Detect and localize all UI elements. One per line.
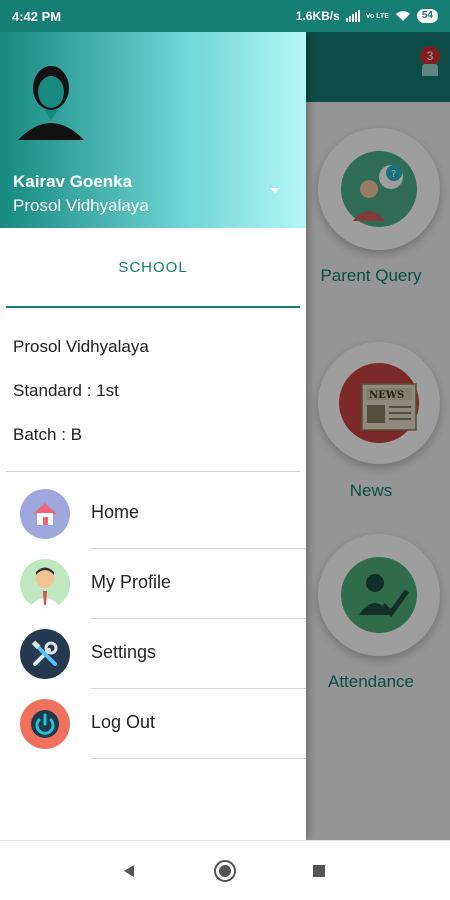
- user-school: Prosol Vidhyalaya: [13, 196, 149, 215]
- menu-label-home: Home: [91, 502, 140, 522]
- user-name: Kairav Goenka: [13, 172, 133, 191]
- menu-item-my-profile[interactable]: My Profile: [0, 549, 306, 619]
- battery-icon: 54: [416, 9, 438, 23]
- menu-label-log-out: Log Out: [91, 712, 156, 732]
- system-nav-bar: [0, 840, 450, 900]
- back-icon[interactable]: [117, 859, 141, 883]
- profile-icon: [20, 559, 70, 609]
- wifi-icon: [395, 11, 410, 21]
- status-time: 4:42 PM: [12, 8, 62, 24]
- menu-item-settings[interactable]: Settings: [0, 619, 306, 689]
- account-dropdown-icon[interactable]: [270, 188, 280, 193]
- tab-school[interactable]: SCHOOL: [6, 228, 300, 308]
- power-icon: [20, 699, 70, 749]
- home-icon: [20, 489, 70, 539]
- signal-icon: [345, 10, 360, 22]
- menu-separator: [91, 758, 306, 759]
- network-speed: 1.6KB/s: [295, 9, 340, 23]
- menu-item-log-out[interactable]: Log Out: [0, 689, 306, 759]
- standard-info: Standard : 1st: [13, 381, 119, 400]
- batch-info: Batch : B: [13, 425, 82, 444]
- drawer-header: Kairav Goenka Prosol Vidhyalaya: [0, 32, 306, 228]
- home-circle-icon[interactable]: [213, 859, 237, 883]
- network-type: Vo LTE: [365, 12, 389, 20]
- settings-icon: [20, 629, 70, 679]
- menu-label-my-profile: My Profile: [91, 572, 172, 592]
- recents-icon[interactable]: [307, 859, 331, 883]
- school-name: Prosol Vidhyalaya: [13, 337, 149, 356]
- avatar: [18, 66, 84, 140]
- status-bar: 4:42 PM 1.6KB/s Vo LTE 54: [0, 0, 450, 32]
- menu-item-home[interactable]: Home: [0, 479, 306, 549]
- status-icons: 1.6KB/s Vo LTE 54: [296, 9, 438, 23]
- menu-label-settings: Settings: [91, 642, 157, 662]
- navigation-drawer: Kairav Goenka Prosol Vidhyalaya SCHOOL P…: [0, 32, 306, 840]
- drawer-divider: [6, 471, 300, 472]
